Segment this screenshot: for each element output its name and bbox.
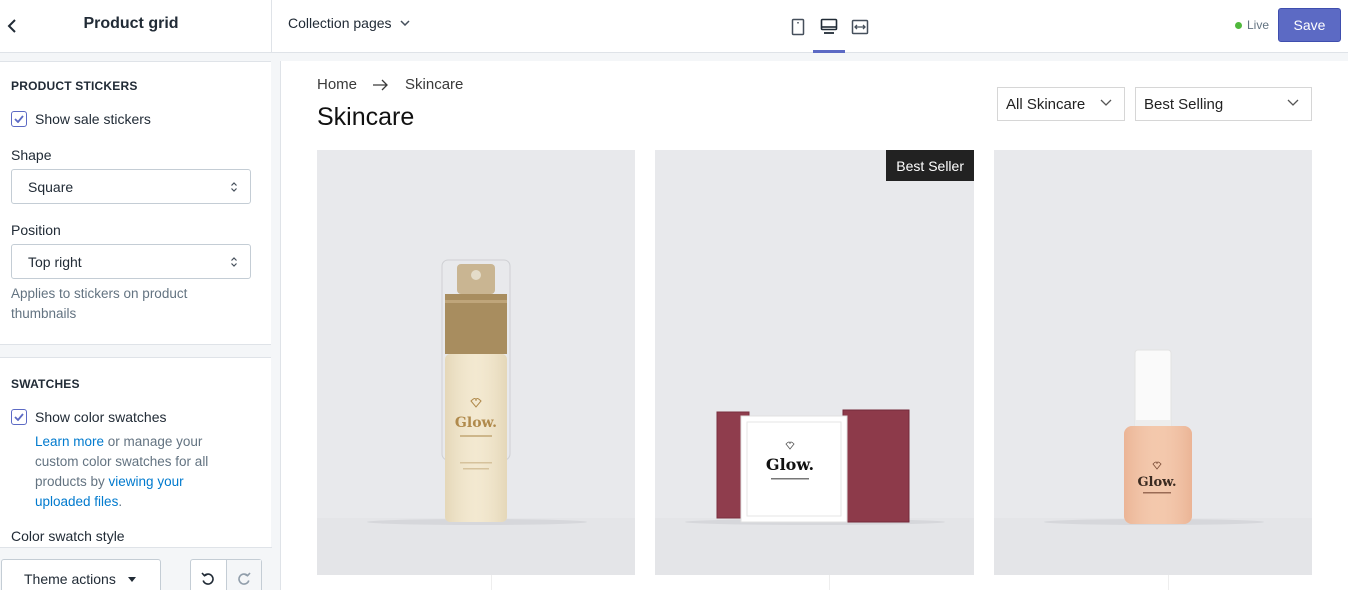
breadcrumb-home[interactable]: Home [317,76,357,93]
collection-title: Skincare [317,103,415,131]
panel-title: Product grid [83,15,179,32]
sidebar: PRODUCT STICKERS Show sale stickers Shap… [0,53,272,590]
breadcrumb: Home Skincare [317,76,463,93]
desktop-view-button[interactable] [813,0,845,53]
select-arrows-icon [231,182,237,192]
position-select[interactable]: Top right [11,244,251,279]
swatches-help-text: Learn more or manage your custom color s… [35,432,235,512]
page-selector-label: Collection pages [288,15,392,31]
position-select-value: Top right [28,253,82,270]
show-color-swatches-checkbox[interactable]: Show color swatches [11,409,167,425]
undo-button[interactable] [191,560,226,590]
redo-button[interactable] [225,560,261,590]
color-swatch-style-label: Color swatch style [11,528,125,544]
fullscreen-view-button[interactable] [844,0,876,53]
shape-select[interactable]: Square [11,169,251,204]
storefront-preview: Home Skincare Skincare All Skincare Best… [280,61,1348,590]
mobile-icon [791,18,805,35]
live-dot-icon [1235,21,1242,29]
shape-label: Shape [11,147,52,163]
undo-redo-group [190,559,262,590]
top-bar: Product grid Collection pages Live Save [0,0,1348,53]
section-heading-product-stickers: PRODUCT STICKERS [11,79,138,93]
product-brand-text: Glow. [1137,475,1176,490]
filter-select-value: All Skincare [1006,95,1086,113]
position-label: Position [11,222,61,238]
chevron-down-icon [1100,99,1112,106]
theme-actions-label: Theme actions [24,571,116,587]
checkmark-icon [14,413,24,421]
soap-bar-box-image: Glow. [655,409,974,575]
show-color-swatches-label: Show color swatches [35,409,167,425]
product-card[interactable]: Glow. [317,150,635,575]
divider [491,575,492,590]
redo-icon [237,572,251,585]
theme-actions-button[interactable]: Theme actions [1,559,161,590]
sidebar-footer: Theme actions [0,547,272,590]
sort-select-value: Best Selling [1144,95,1224,113]
show-sale-stickers-checkbox[interactable]: Show sale stickers [11,111,151,127]
best-seller-badge: Best Seller [886,150,974,181]
save-button[interactable]: Save [1278,8,1341,42]
shape-select-value: Square [28,178,74,195]
checkbox-checked[interactable] [11,409,27,425]
live-status-label: Live [1247,18,1270,32]
chevron-down-icon [399,20,410,26]
product-stickers-section: PRODUCT STICKERS Show sale stickers Shap… [0,61,271,345]
arrow-right-icon [373,79,388,90]
serum-bottle-image: Glow. [994,349,1312,575]
fullscreen-icon [851,19,869,34]
sort-select[interactable]: Best Selling [1135,87,1312,121]
desktop-icon [820,18,838,34]
divider [829,575,830,590]
chevron-down-icon [1287,99,1299,106]
product-brand-text: Glow. [766,455,814,474]
divider [1168,575,1169,590]
checkbox-checked[interactable] [11,111,27,127]
swatches-help-text-2: . [118,494,123,509]
section-heading-swatches: SWATCHES [11,377,80,391]
page-selector[interactable]: Collection pages [288,15,410,31]
show-sale-stickers-label: Show sale stickers [35,111,151,127]
filter-select[interactable]: All Skincare [997,87,1125,121]
product-brand-text: Glow. [455,415,497,431]
checkmark-icon [14,115,24,123]
product-card[interactable]: Glow. Best Seller [655,150,974,575]
stickers-help-text: Applies to stickers on product thumbnail… [11,286,188,321]
breadcrumb-skincare[interactable]: Skincare [405,76,463,93]
caret-down-icon [127,576,136,582]
product-card[interactable]: Glow. [994,150,1312,575]
mobile-view-button[interactable] [782,0,814,53]
learn-more-link[interactable]: Learn more [35,434,104,449]
spray-bottle-image: Glow. [317,259,635,575]
undo-icon [201,572,215,585]
live-status: Live [1235,18,1269,32]
divider [271,0,272,53]
select-arrows-icon [231,257,237,267]
